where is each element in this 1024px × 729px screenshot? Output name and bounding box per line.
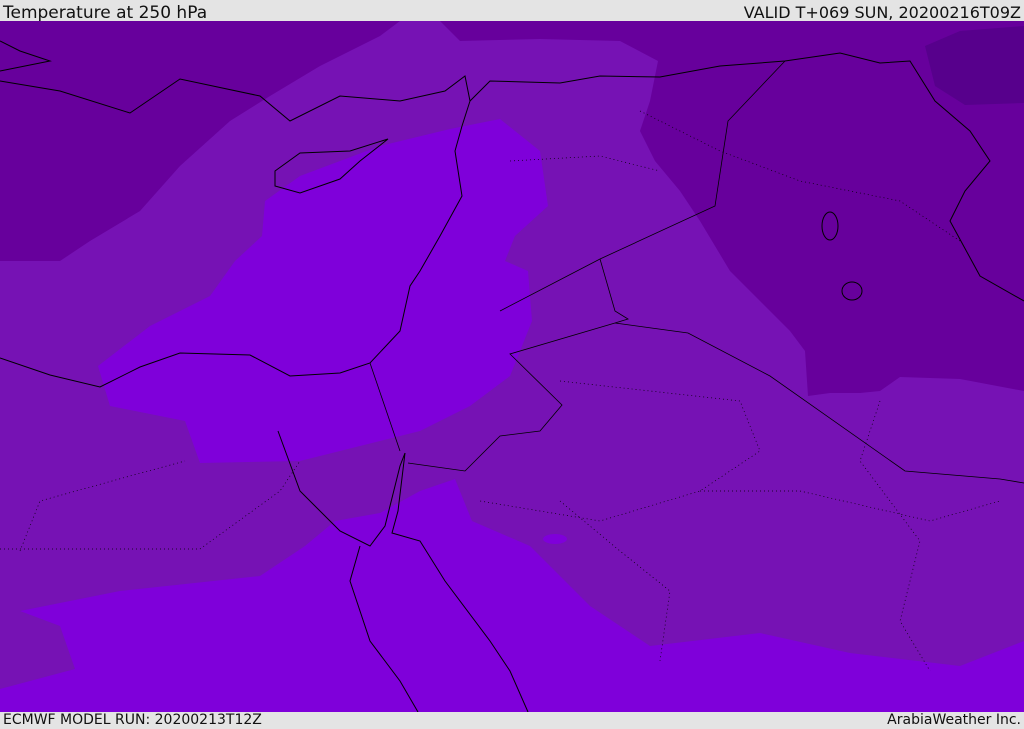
footer-bar: ECMWF MODEL RUN: 20200213T12Z ArabiaWeat…: [0, 712, 1024, 729]
temp-band-bright-spot: [543, 534, 567, 544]
temperature-map: [0, 21, 1024, 712]
valid-time: VALID T+069 SUN, 20200216T09Z: [743, 3, 1021, 22]
header-bar: Temperature at 250 hPa VALID T+069 SUN, …: [0, 0, 1024, 23]
brand-label: ArabiaWeather Inc.: [887, 712, 1021, 728]
map-title: Temperature at 250 hPa: [3, 3, 208, 23]
model-run: ECMWF MODEL RUN: 20200213T12Z: [3, 712, 262, 728]
